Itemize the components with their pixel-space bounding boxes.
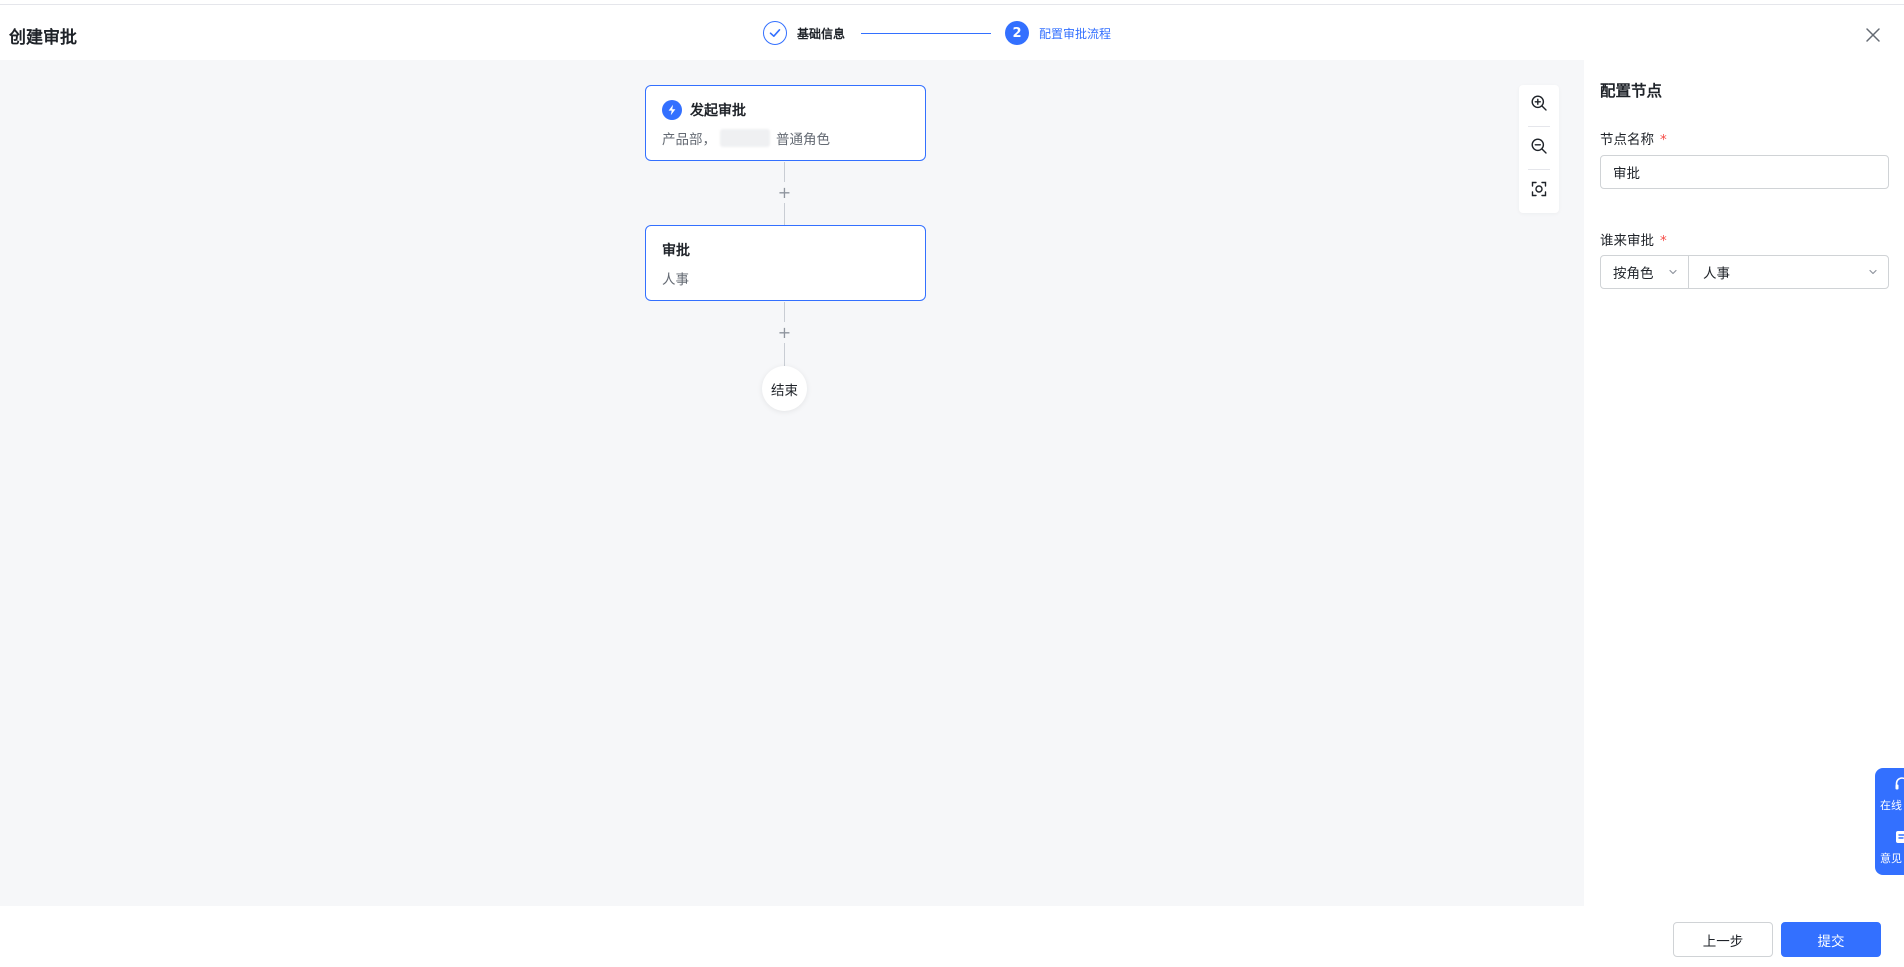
node-name-label: 节点名称 * xyxy=(1600,128,1667,148)
node-config-panel: 配置节点 节点名称 * 谁来审批 * 按角色 人事 xyxy=(1584,60,1904,906)
online-service-label[interactable]: 在线 xyxy=(1880,797,1902,813)
add-node-button[interactable]: + xyxy=(774,182,795,203)
node-name-label-text: 节点名称 xyxy=(1600,132,1654,148)
step-2-label[interactable]: 配置审批流程 xyxy=(1039,25,1111,42)
approver-role-select[interactable]: 人事 xyxy=(1688,255,1889,289)
approver-label: 谁来审批 * xyxy=(1600,229,1667,249)
start-node-dept: 产品部， xyxy=(662,132,716,148)
approve-node-approver: 人事 xyxy=(662,272,689,288)
panel-title: 配置节点 xyxy=(1600,82,1663,100)
start-node-role: 普通角色 xyxy=(776,132,830,148)
prev-step-button[interactable]: 上一步 xyxy=(1673,922,1773,957)
step-2-number[interactable]: 2 xyxy=(1005,21,1030,45)
approver-type-value: 按角色 xyxy=(1613,266,1654,282)
add-node-button[interactable]: + xyxy=(774,322,795,343)
approver-role-value: 人事 xyxy=(1703,266,1730,282)
approver-type-select[interactable]: 按角色 xyxy=(1600,255,1689,289)
approve-node[interactable]: 审批 人事 xyxy=(645,225,926,301)
approver-label-text: 谁来审批 xyxy=(1600,233,1654,249)
fit-view-icon[interactable] xyxy=(1529,179,1549,199)
zoom-out-icon[interactable] xyxy=(1529,136,1549,156)
divider xyxy=(1528,126,1550,127)
end-node: 结束 xyxy=(762,366,807,411)
approve-node-title: 审批 xyxy=(662,243,690,259)
footer: 上一步 提交 xyxy=(0,906,1904,967)
start-node-title: 发起审批 xyxy=(690,103,746,119)
close-icon[interactable] xyxy=(1861,23,1885,47)
headset-icon[interactable] xyxy=(1894,776,1904,792)
chevron-down-icon xyxy=(1669,269,1677,275)
page-title: 创建审批 xyxy=(9,28,77,48)
divider xyxy=(1528,169,1550,170)
feedback-label[interactable]: 意见 xyxy=(1880,850,1902,866)
node-name-input[interactable] xyxy=(1600,155,1889,189)
floating-help-widget[interactable]: 在线 意见 xyxy=(1875,768,1904,875)
chevron-down-icon xyxy=(1869,269,1877,275)
zoom-controls xyxy=(1519,85,1559,213)
feedback-icon[interactable] xyxy=(1895,830,1904,844)
required-mark: * xyxy=(1660,132,1667,148)
zoom-in-icon[interactable] xyxy=(1529,93,1549,113)
required-mark: * xyxy=(1660,233,1667,249)
step-connector xyxy=(861,32,992,34)
step-1-label[interactable]: 基础信息 xyxy=(797,25,845,42)
stepper: 基础信息 2 配置审批流程 xyxy=(763,20,1111,46)
lightning-icon xyxy=(662,100,682,120)
flow-canvas[interactable]: 发起审批 产品部， 普通角色 + 审批 人事 + 结束 xyxy=(0,60,1584,906)
redacted-mask xyxy=(720,129,770,147)
start-node[interactable]: 发起审批 产品部， 普通角色 xyxy=(645,85,926,161)
header: 创建审批 基础信息 2 配置审批流程 xyxy=(0,5,1904,60)
step-1-check-icon[interactable] xyxy=(763,21,787,45)
submit-button[interactable]: 提交 xyxy=(1781,922,1881,957)
